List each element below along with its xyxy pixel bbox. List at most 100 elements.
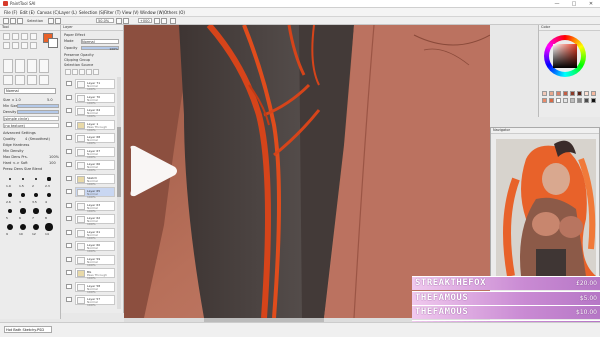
texture-select[interactable]: (no texture) [3, 123, 59, 128]
document-tab[interactable]: Hot Bath Sketchy.PSD [4, 326, 52, 333]
lasso-tool-icon[interactable] [12, 33, 19, 40]
color-swatch[interactable] [549, 91, 554, 96]
color-swatch[interactable] [591, 98, 596, 103]
saturation-value-square[interactable] [553, 44, 577, 68]
delete-layer-icon[interactable] [93, 69, 99, 75]
layer-row[interactable]: Layer 58 Normal 100% [75, 281, 115, 294]
airbrush-tool-icon[interactable] [15, 59, 25, 73]
size-row[interactable]: Size x 1.0 5.0 [3, 98, 59, 102]
color-swatch[interactable] [556, 91, 561, 96]
layer-row[interactable]: Layer 60 Normal 100% [75, 241, 115, 253]
menu-selection[interactable]: Selection (S) [79, 10, 104, 15]
layer-visibility-icon[interactable] [66, 189, 72, 194]
clipping-group-checkbox[interactable]: Clipping Group [64, 58, 90, 62]
layer-row[interactable]: Layer 71 Normal 100% [75, 79, 115, 91]
color-swatch[interactable] [556, 98, 561, 103]
watercolor-tool-icon[interactable] [39, 59, 49, 73]
menu-others[interactable]: Others (O) [164, 10, 185, 15]
selection-label[interactable]: Selection [27, 19, 43, 23]
layer-visibility-icon[interactable] [66, 297, 72, 302]
color-swatch[interactable] [563, 98, 568, 103]
min-size-row[interactable]: Min Size [3, 104, 59, 108]
brush-size-preset[interactable]: 4 [43, 191, 55, 205]
layer-row[interactable]: Layer 66 Normal 100% [75, 160, 115, 172]
shape-select[interactable]: (simple circle) [3, 116, 59, 121]
brush-size-preset[interactable]: 12 [30, 223, 42, 237]
merge-down-icon[interactable] [79, 69, 85, 75]
pencil-tool-icon[interactable] [3, 59, 13, 73]
layer-row[interactable]: Layer 64 Normal 100% [75, 106, 115, 118]
layer-visibility-icon[interactable] [66, 243, 72, 248]
brush-tool-icon[interactable] [27, 59, 37, 73]
max-dens-row[interactable]: Max Dens Prs. 100% [3, 155, 59, 159]
brush-mode-select[interactable]: Normal [4, 88, 56, 94]
layer-row[interactable]: Layer 63 Normal 100% [75, 200, 115, 213]
brush-size-preset[interactable]: 2 [30, 175, 42, 189]
color-swatch[interactable] [591, 91, 596, 96]
brush-size-preset[interactable]: 2.6 [4, 191, 16, 205]
menu-edit[interactable]: Edit (E) [20, 10, 35, 15]
layer-visibility-icon[interactable] [66, 256, 72, 262]
brush-size-preset[interactable]: 1.0 [4, 175, 16, 189]
layer-row[interactable]: Layer 65 Normal 100% [75, 187, 115, 199]
color-swatch[interactable] [549, 98, 554, 103]
layer-visibility-icon[interactable] [66, 202, 72, 208]
magic-wand-icon[interactable] [21, 33, 28, 40]
menu-file[interactable]: File (F) [4, 10, 17, 15]
blend-mode-select[interactable]: Normal [81, 39, 119, 44]
preserve-opacity-checkbox[interactable]: Preserve Opacity [64, 53, 94, 57]
advanced-settings-row[interactable]: Advanced Settings [3, 131, 59, 135]
menu-canvas[interactable]: Canvas (C) [37, 10, 59, 15]
eyedropper-icon[interactable] [30, 42, 37, 49]
color-swatch[interactable] [584, 91, 589, 96]
brush-size-preset[interactable]: 3 [17, 191, 29, 205]
layer-row[interactable]: Layer 68 Normal 100% [75, 133, 115, 145]
rotate-left-icon[interactable] [154, 18, 160, 24]
clear-layer-icon[interactable] [86, 69, 92, 75]
bucket-tool-icon[interactable] [39, 75, 49, 85]
brush-size-preset[interactable]: 1.5 [17, 175, 29, 189]
color-swatch[interactable] [570, 98, 575, 103]
color-swatch[interactable] [577, 98, 582, 103]
menu-filter[interactable]: Filter (T) [104, 10, 121, 15]
minimize-button[interactable]: — [550, 0, 564, 8]
min-size-slider[interactable] [17, 104, 59, 108]
invert-icon[interactable] [48, 18, 54, 24]
min-density-row[interactable]: Min Density [3, 149, 59, 153]
eraser-tool-icon[interactable] [15, 75, 25, 85]
layer-visibility-icon[interactable] [66, 148, 72, 154]
density-row[interactable]: Density [3, 110, 59, 114]
edge-hardness-row[interactable]: Edge Hardness [3, 143, 59, 147]
layer-row[interactable]: Layer 61 Normal 100% [75, 227, 115, 240]
brush-size-preset[interactable]: 2.3 [43, 175, 55, 189]
brush-size-preset[interactable]: 6 [17, 207, 29, 221]
density-slider[interactable] [17, 110, 59, 114]
hard-soft-row[interactable]: Hard <-> Soft 100 [3, 161, 59, 165]
layer-visibility-icon[interactable] [66, 135, 72, 140]
brush-size-preset[interactable]: 9 [4, 223, 16, 237]
color-swatch[interactable] [542, 98, 547, 103]
layer-row[interactable]: Layer 59 Normal 100% [75, 254, 115, 267]
color-swatch[interactable] [563, 91, 568, 96]
hand-tool-icon[interactable] [21, 42, 28, 49]
deselect-icon[interactable] [17, 18, 23, 24]
blur-tool-icon[interactable] [27, 75, 37, 85]
menu-view[interactable]: View (V) [122, 10, 139, 15]
layer-visibility-icon[interactable] [66, 283, 72, 289]
layer-scrollbar[interactable] [117, 77, 121, 309]
brush-size-preset[interactable]: 3.5 [30, 191, 42, 205]
color-swatch[interactable] [577, 91, 582, 96]
press-row[interactable]: Press: Dens Size Blend [3, 167, 59, 171]
color-swatch[interactable] [584, 98, 589, 103]
menu-layer[interactable]: Layer (L) [59, 10, 77, 15]
layer-visibility-icon[interactable] [66, 162, 72, 167]
selection-source-checkbox[interactable]: Selection Source [64, 63, 93, 67]
quality-row[interactable]: Quality 4 (Smoothest) [3, 137, 59, 141]
brush-size-preset[interactable]: 5 [4, 207, 16, 221]
layer-visibility-icon[interactable] [66, 270, 72, 275]
new-layer-icon[interactable] [65, 69, 71, 75]
layer-row[interactable]: Layer 57 Normal 100% [75, 295, 115, 307]
brush-size-preset[interactable]: 8 [43, 207, 55, 221]
brush-size-preset[interactable]: 10 [17, 223, 29, 237]
layer-visibility-icon[interactable] [66, 121, 72, 127]
